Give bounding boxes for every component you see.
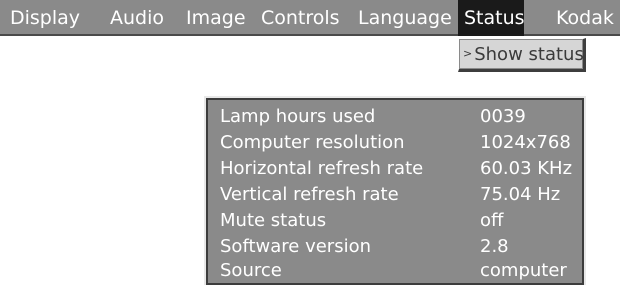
menu-image[interactable]: Image (180, 0, 252, 36)
status-row: Lamp hours used 0039 (206, 104, 584, 130)
status-value: 2.8 (480, 236, 509, 257)
status-panel: Lamp hours used 0039 Computer resolution… (204, 96, 586, 285)
status-row: Software version 2.8 (206, 234, 584, 260)
status-row: Source computer (206, 258, 584, 284)
menu-bar: Display Audio Image Controls Language St… (0, 0, 620, 36)
status-label: Software version (220, 236, 371, 257)
menu-kodak[interactable]: Kodak (550, 0, 620, 36)
status-label: Source (220, 260, 282, 281)
status-label: Vertical refresh rate (220, 184, 399, 205)
status-value: computer (480, 260, 567, 281)
status-value: 60.03 KHz (480, 158, 573, 179)
show-status-item[interactable]: > Show status (463, 39, 584, 69)
status-row: Horizontal refresh rate 60.03 KHz (206, 156, 584, 182)
status-submenu: > Show status (458, 38, 586, 72)
status-value: 75.04 Hz (480, 184, 561, 205)
status-row: Computer resolution 1024x768 (206, 130, 584, 156)
show-status-label: Show status (474, 44, 584, 65)
chevron-right-icon: > (463, 47, 473, 60)
menu-display[interactable]: Display (4, 0, 86, 36)
menu-status[interactable]: Status (458, 0, 525, 36)
menu-language[interactable]: Language (352, 0, 458, 36)
status-value: 1024x768 (480, 132, 571, 153)
menu-audio[interactable]: Audio (104, 0, 170, 36)
status-label: Mute status (220, 210, 327, 231)
status-value: 0039 (480, 106, 526, 127)
projector-osd: Display Audio Image Controls Language St… (0, 0, 620, 285)
status-label: Computer resolution (220, 132, 405, 153)
status-row: Mute status off (206, 208, 584, 234)
menu-controls[interactable]: Controls (255, 0, 346, 36)
status-label: Horizontal refresh rate (220, 158, 424, 179)
status-value: off (480, 210, 504, 231)
status-row: Vertical refresh rate 75.04 Hz (206, 182, 584, 208)
status-label: Lamp hours used (220, 106, 376, 127)
